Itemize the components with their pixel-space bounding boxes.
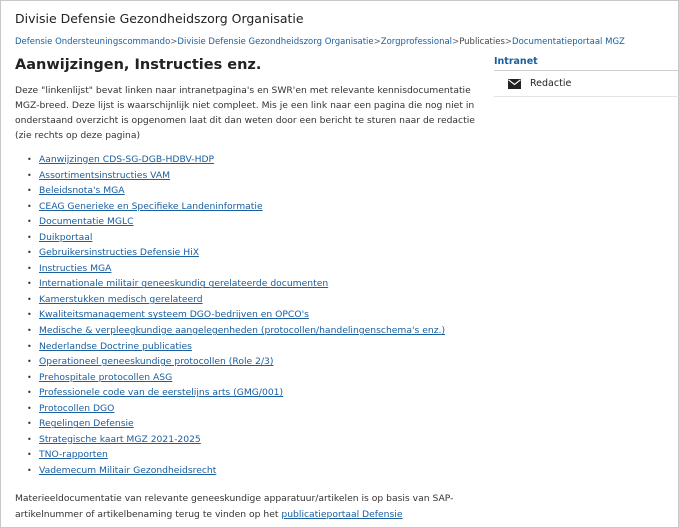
document-link[interactable]: Duikportaal	[39, 232, 92, 243]
list-item: • Strategische kaart MGZ 2021-2025	[27, 432, 445, 448]
site-title[interactable]: Divisie Defensie Gezondheidszorg Organis…	[15, 11, 304, 26]
list-item: • Kwaliteitsmanagement systeem DGO-bedrij…	[27, 307, 445, 323]
breadcrumb-separator: >	[504, 37, 513, 47]
breadcrumb-separator: >	[373, 37, 381, 47]
bullet-icon: •	[27, 465, 32, 475]
bullet-icon: •	[27, 450, 32, 460]
bullet-icon: •	[27, 232, 32, 242]
list-item: • Internationale militair geneeskundig ge…	[27, 276, 445, 292]
list-item: • Vademecum Militair Gezondheidsrecht	[27, 463, 445, 479]
breadcrumb-item-ddgo[interactable]: Divisie Defensie Gezondheidszorg Organis…	[177, 37, 373, 47]
bullet-icon: •	[27, 341, 32, 351]
list-item: • Beleidsnota's MGA	[27, 183, 445, 199]
list-item: • Instructies MGA	[27, 261, 445, 277]
document-link[interactable]: Vademecum Militair Gezondheidsrecht	[39, 465, 216, 476]
breadcrumb-item-zorgprofessional[interactable]: Zorgprofessional	[381, 37, 452, 47]
link-list: • Aanwijzingen CDS-SG-DGB-HDBV-HDP • Assort…	[27, 152, 445, 479]
document-link[interactable]: Protocollen DGO	[39, 403, 114, 414]
list-item: • Prehospitale protocollen ASG	[27, 370, 445, 386]
bullet-icon: •	[27, 248, 32, 258]
bullet-icon: •	[27, 326, 32, 336]
publicatieportaal-link[interactable]: publicatieportaal Defensie	[281, 509, 402, 520]
breadcrumb-item-dosco[interactable]: Defensie Ondersteuningscommando	[15, 37, 170, 47]
document-link[interactable]: Regelingen Defensie	[39, 418, 134, 429]
list-item: • Operationeel geneeskundige protocollen …	[27, 354, 445, 370]
bullet-icon: •	[27, 186, 32, 196]
bullet-icon: •	[27, 357, 32, 367]
bullet-icon: •	[27, 310, 32, 320]
bullet-icon: •	[27, 170, 32, 180]
bullet-icon: •	[27, 217, 32, 227]
sidebar-item-label: Redactie	[530, 78, 572, 89]
bullet-icon: •	[27, 434, 32, 444]
list-item: • Kamerstukken medisch gerelateerd	[27, 292, 445, 308]
list-item: • Professionele code van de eerstelijns a…	[27, 385, 445, 401]
sidebar-item-redactie[interactable]: Redactie	[494, 71, 679, 97]
bullet-icon: •	[27, 419, 32, 429]
document-link[interactable]: Assortimentsinstructies VAM	[39, 170, 170, 181]
document-link[interactable]: Documentatie MGLC	[39, 216, 134, 227]
bullet-icon: •	[27, 201, 32, 211]
breadcrumb: Defensie Ondersteuningscommando>Divisie …	[15, 37, 625, 47]
list-item: • Aanwijzingen CDS-SG-DGB-HDBV-HDP	[27, 152, 445, 168]
document-link[interactable]: Nederlandse Doctrine publicaties	[39, 341, 192, 352]
document-link[interactable]: Aanwijzingen CDS-SG-DGB-HDBV-HDP	[39, 154, 214, 165]
document-link[interactable]: Strategische kaart MGZ 2021-2025	[39, 434, 201, 445]
document-link[interactable]: Instructies MGA	[39, 263, 111, 274]
breadcrumb-item-publicaties: Publicaties	[459, 37, 505, 47]
page-title: Aanwijzingen, Instructies enz.	[15, 57, 262, 73]
document-link[interactable]: Internationale militair geneeskundig ger…	[39, 278, 328, 289]
intro-text: Deze "linkenlijst" bevat linken naar int…	[15, 85, 475, 141]
document-link[interactable]: Operationeel geneeskundige protocollen (…	[39, 356, 273, 367]
list-item: • Nederlandse Doctrine publicaties	[27, 339, 445, 355]
sidebar-title: Intranet	[494, 56, 538, 67]
bullet-icon: •	[27, 294, 32, 304]
document-link[interactable]: Prehospitale protocollen ASG	[39, 372, 172, 383]
document-link[interactable]: Medische & verpleegkundige aangelegenhed…	[39, 325, 445, 336]
list-item: • Regelingen Defensie	[27, 416, 445, 432]
page-frame: Divisie Defensie Gezondheidszorg Organis…	[0, 0, 679, 528]
footer-text: Materieeldocumentatie van relevante gene…	[15, 491, 485, 522]
list-item: • Assortimentsinstructies VAM	[27, 168, 445, 184]
bullet-icon: •	[27, 263, 32, 273]
document-link[interactable]: Kwaliteitsmanagement systeem DGO-bedrijv…	[39, 309, 309, 320]
envelope-icon	[508, 78, 521, 89]
document-link[interactable]: CEAG Generieke en Specifieke Landeninfor…	[39, 201, 263, 212]
document-link[interactable]: Kamerstukken medisch gerelateerd	[39, 294, 203, 305]
bullet-icon: •	[27, 388, 32, 398]
bullet-icon: •	[27, 403, 32, 413]
list-item: • CEAG Generieke en Specifieke Landeninfo…	[27, 199, 445, 215]
document-link[interactable]: Professionele code van de eerstelijns ar…	[39, 387, 283, 398]
bullet-icon: •	[27, 279, 32, 289]
document-link[interactable]: Gebruikersinstructies Defensie HiX	[39, 247, 199, 258]
document-link[interactable]: TNO-rapporten	[39, 449, 108, 460]
list-item: • Gebruikersinstructies Defensie HiX	[27, 245, 445, 261]
list-item: • Duikportaal	[27, 230, 445, 246]
breadcrumb-item-documentatieportaal[interactable]: Documentatieportaal MGZ	[512, 37, 625, 47]
document-link[interactable]: Beleidsnota's MGA	[39, 185, 125, 196]
list-item: • TNO-rapporten	[27, 447, 445, 463]
list-item: • Medische & verpleegkundige aangelegenhe…	[27, 323, 445, 339]
list-item: • Protocollen DGO	[27, 401, 445, 417]
bullet-icon: •	[27, 372, 32, 382]
bullet-icon: •	[27, 155, 32, 164]
list-item: • Documentatie MGLC	[27, 214, 445, 230]
